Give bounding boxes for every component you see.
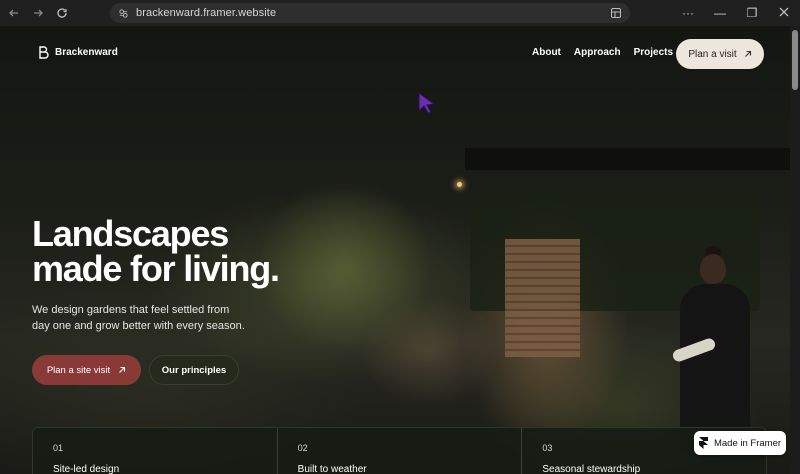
plan-site-visit-label: Plan a site visit [46,364,111,376]
our-principles-label: Our principles [161,364,227,376]
feature-title: Seasonal stewardship [542,464,641,474]
reload-icon[interactable] [52,3,72,23]
made-in-framer-badge[interactable]: Made in Framer [694,431,786,455]
plan-a-visit-label: Plan a visit [688,48,737,60]
window-controls: ··· — ❐ [672,0,800,26]
nav-link-projects[interactable]: Projects [634,47,673,58]
arrow-up-right-icon [744,50,751,57]
mouse-cursor-icon [418,92,436,114]
back-icon[interactable] [4,3,24,23]
feature-title: Site-led design [53,464,120,474]
nav-link-about[interactable]: About [532,47,561,58]
browser-toolbar: brackenward.framer.website ··· — ❐ [0,0,800,26]
page-scrollbar[interactable] [790,26,800,474]
brand-name: Brackenward [55,47,118,58]
main-nav: About Approach Projects [532,47,673,58]
feature-strip: 01 Site-led design 02 Built to weather 0… [32,427,767,474]
feature-card: 01 Site-led design [33,428,278,474]
restore-icon[interactable]: ❐ [736,6,768,20]
brand-mark-icon [39,46,49,59]
hero-background-grass [360,296,500,406]
hero-title-line-1: Landscapes [32,213,229,254]
nav-link-approach[interactable]: Approach [574,47,621,58]
hero-subtitle: We design gardens that feel settled from… [32,304,245,332]
made-in-framer-label: Made in Framer [713,437,782,449]
feature-card: 02 Built to weather [278,428,523,474]
forward-icon[interactable] [28,3,48,23]
arrow-up-right-icon [119,366,126,373]
url-text[interactable]: brackenward.framer.website [136,7,276,19]
feature-title: Built to weather [297,464,367,474]
plan-site-visit-button[interactable]: Plan a site visit [32,355,141,385]
site-info-icon[interactable] [116,6,130,20]
more-menu-icon[interactable]: ··· [672,6,704,20]
hero-background-person [671,246,752,454]
framer-logo-icon [698,437,708,449]
hero-background-brick-pillar [505,239,580,357]
hero-background-lamp [457,182,462,187]
address-bar[interactable]: brackenward.framer.website [110,3,630,23]
plan-a-visit-button[interactable]: Plan a visit [676,39,764,69]
minimize-icon[interactable]: — [704,6,736,20]
hero-background-pergola [465,148,790,170]
feature-number: 02 [297,443,308,453]
our-principles-button[interactable]: Our principles [149,355,239,385]
brand-logo[interactable]: Brackenward [38,46,118,59]
scrollbar-thumb[interactable] [792,30,798,90]
page-tools-icon[interactable] [610,6,624,20]
feature-number: 01 [53,443,64,453]
website-viewport: Brackenward About Approach Projects Plan… [0,26,790,474]
close-icon[interactable] [768,6,800,20]
hero-title: Landscapes made for living. [32,213,332,289]
hero-title-line-2: made for living. [32,248,280,289]
